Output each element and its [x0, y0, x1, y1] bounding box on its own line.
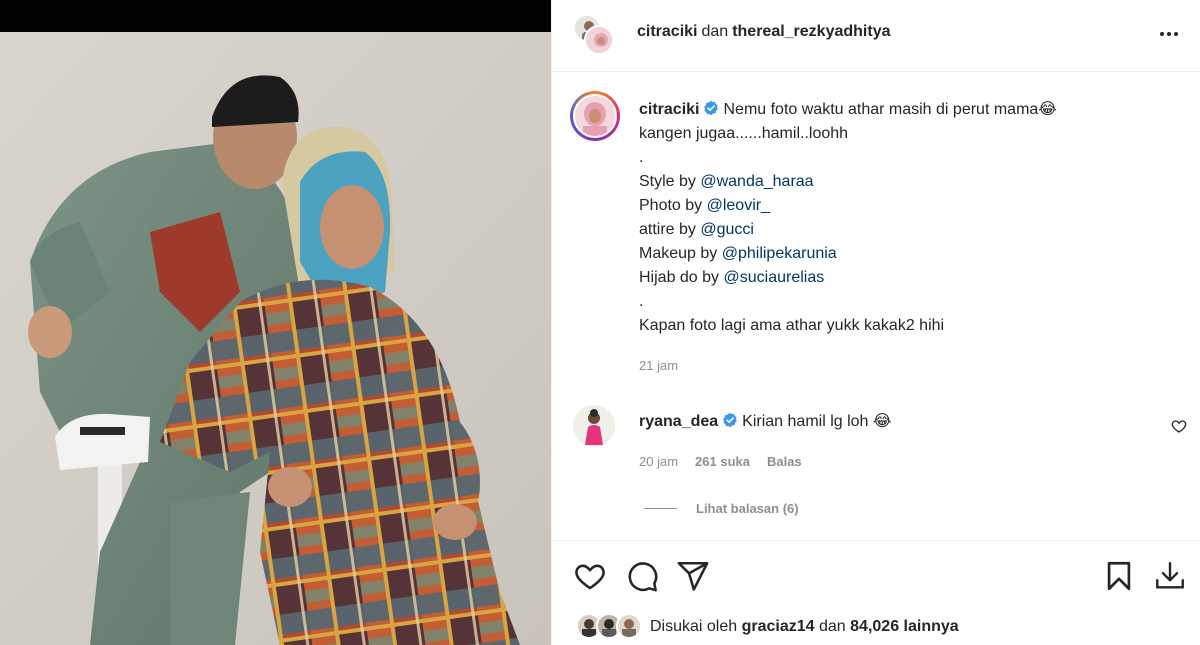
post-header: citraciki dan thereal_rezkyadhitya — [552, 0, 1200, 72]
header-username-2[interactable]: thereal_rezkyadhitya — [732, 23, 890, 40]
collab-names: citraciki dan thereal_rezkyadhitya — [637, 23, 891, 41]
comment-icon[interactable] — [625, 559, 659, 593]
caption-line-hijab: Hijab do by @suciaurelias — [639, 266, 1159, 290]
likes-suffix: lainnya — [903, 618, 959, 635]
comment-username[interactable]: ryana_dea — [639, 413, 718, 430]
reply-button[interactable]: Balas — [767, 454, 802, 469]
likes-count-number: 84,026 — [850, 618, 900, 635]
caption-line-last: Kapan foto lagi ama athar yukk kakak2 hi… — [639, 317, 945, 334]
avatar-user1[interactable] — [584, 25, 614, 55]
comment-likes[interactable]: 261 suka — [695, 454, 750, 469]
collab-avatars[interactable] — [573, 14, 614, 55]
comment-heart-icon[interactable] — [1171, 418, 1187, 434]
caption-line-photo: Photo by @leovir_ — [639, 194, 1159, 218]
heart-icon[interactable] — [573, 559, 607, 593]
liker-avatar — [616, 613, 642, 639]
more-options-button[interactable] — [1155, 24, 1183, 44]
likes-summary: Disukai oleh graciaz14 dan 84,026 lainny… — [552, 608, 1200, 645]
caption-timestamp[interactable]: 21 jam — [639, 358, 678, 373]
caption-line-1: citraciki Nemu foto waktu athar masih di … — [639, 98, 1159, 122]
header-conjunction: dan — [701, 23, 729, 40]
caption-line-dot: . — [639, 293, 644, 310]
replies-line — [644, 508, 677, 509]
post-image — [0, 32, 551, 645]
verified-badge-icon — [723, 412, 737, 428]
post-photo[interactable] — [0, 32, 551, 645]
makeup-label: Makeup by — [639, 245, 722, 262]
download-icon[interactable] — [1153, 559, 1187, 593]
caption-line-attire: attire by @gucci — [639, 218, 1159, 242]
more-horizontal-icon — [1160, 32, 1164, 36]
caption-line-style: Style by @wanda_haraa — [639, 170, 1159, 194]
mention-attire[interactable]: @gucci — [700, 221, 754, 238]
caption-line-2: kangen jugaa......hamil..loohh — [639, 125, 849, 142]
mention-style[interactable]: @wanda_haraa — [700, 173, 813, 190]
view-replies-label: Lihat balasan (6) — [696, 501, 799, 516]
likes-text: Disukai oleh graciaz14 dan 84,026 lainny… — [650, 618, 959, 636]
likes-prefix: Disukai oleh — [650, 618, 738, 635]
mention-hijab[interactable]: @suciaurelias — [724, 269, 825, 286]
caption-line-3: . — [639, 149, 644, 166]
comment-avatar-image — [573, 405, 615, 447]
likes-count[interactable]: 84,026 lainnya — [850, 618, 959, 635]
view-replies-button[interactable]: Lihat balasan (6) — [644, 501, 799, 516]
comment-body: Kirian hamil lg loh 😂 — [742, 413, 892, 430]
photo-label: Photo by — [639, 197, 707, 214]
caption-text: citraciki Nemu foto waktu athar masih di … — [639, 98, 1159, 338]
post-media[interactable] — [0, 0, 551, 645]
mention-photo[interactable]: @leovir_ — [707, 197, 770, 214]
likes-conjunction: dan — [819, 618, 846, 635]
comment-avatar[interactable] — [573, 405, 615, 447]
caption-line-makeup: Makeup by @philipekarunia — [639, 242, 1159, 266]
comment-meta: 20 jam 261 suka Balas — [639, 454, 802, 469]
bookmark-icon[interactable] — [1102, 559, 1136, 593]
attire-label: attire by — [639, 221, 701, 238]
liked-by-avatars[interactable] — [576, 613, 646, 641]
caption-line: Nemu foto waktu athar masih di perut mam… — [723, 101, 1057, 118]
caption-avatar[interactable] — [570, 91, 620, 141]
header-username-1[interactable]: citraciki — [637, 23, 697, 40]
likes-user[interactable]: graciaz14 — [742, 618, 815, 635]
share-icon[interactable] — [676, 559, 710, 593]
hijab-label: Hijab do by — [639, 269, 724, 286]
caption-avatar-svg — [575, 96, 615, 136]
more-dot — [1174, 32, 1178, 36]
style-label: Style by — [639, 173, 701, 190]
caption-avatar-image — [573, 94, 617, 138]
comment-text: ryana_dea Kirian hamil lg loh 😂 — [639, 410, 892, 434]
action-bar — [552, 540, 1200, 608]
verified-badge-icon — [704, 100, 719, 116]
comment-time[interactable]: 20 jam — [639, 454, 678, 469]
post-side-panel: citraciki dan thereal_rezkyadhitya citraci… — [551, 0, 1200, 645]
more-dot — [1167, 32, 1171, 36]
caption-username[interactable]: citraciki — [639, 101, 699, 118]
avatar-user1-image — [586, 27, 612, 53]
mention-makeup[interactable]: @philipekarunia — [722, 245, 837, 262]
